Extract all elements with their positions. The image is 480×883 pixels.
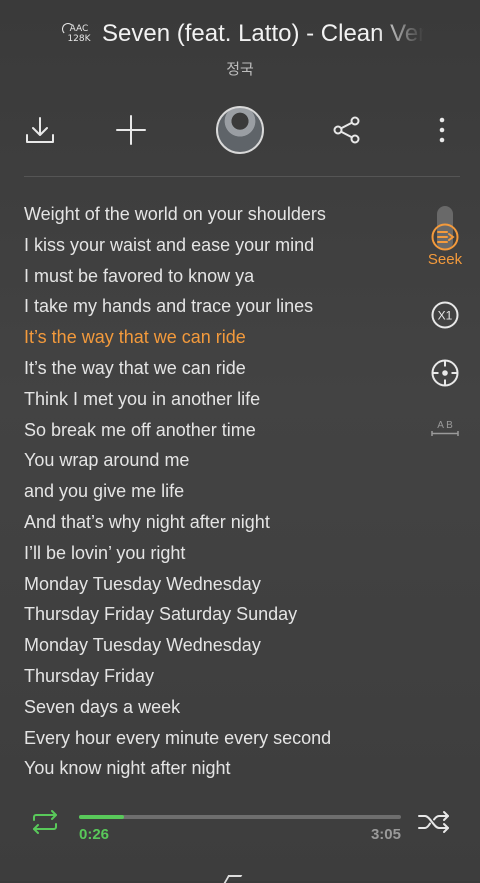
lyric-line[interactable]: I’ll be lovin’ you right [24, 538, 404, 569]
share-icon [333, 116, 360, 144]
total-time: 3:05 [370, 826, 401, 843]
playback-speed-button[interactable]: X1 [428, 300, 462, 335]
lyrics-panel[interactable]: Weight of the world on your shoulders I k… [24, 199, 404, 784]
lyric-line[interactable]: I must be favored to know ya [24, 261, 404, 292]
audio-quality-badge: AAC 128K [62, 23, 94, 48]
lyric-line[interactable]: It’s the way that we can ride [24, 353, 404, 384]
more-button[interactable] [422, 110, 462, 150]
download-button[interactable] [20, 110, 60, 150]
lyric-line[interactable]: and you give me life [24, 476, 404, 507]
add-icon [116, 115, 146, 145]
header-divider [24, 176, 460, 177]
lyric-line[interactable]: I take my hands and trace your lines [24, 291, 404, 322]
lyric-line[interactable]: And that’s why night after night [24, 507, 404, 538]
shuffle-button[interactable] [417, 810, 451, 839]
lyric-line[interactable]: Weight of the world on your shoulders [24, 199, 404, 230]
lyric-line[interactable]: Every hour every minute every second [24, 723, 404, 754]
lyric-line[interactable]: Seven days a week [24, 692, 404, 723]
player-controls [0, 800, 480, 860]
ab-repeat-icon: A B [431, 420, 459, 436]
artist-name[interactable]: 정국 [0, 58, 480, 79]
lyric-line[interactable]: Monday Tuesday Wednesday [24, 630, 404, 661]
more-icon [439, 117, 445, 143]
repeat-icon [33, 810, 57, 834]
speed-label: X1 [438, 309, 453, 323]
collapse-handle[interactable] [223, 875, 243, 883]
progress-bar[interactable] [79, 815, 401, 819]
artist-avatar[interactable] [216, 106, 264, 154]
speed-icon: X1 [431, 301, 459, 329]
lyric-line[interactable]: Thursday Friday [24, 661, 404, 692]
lyric-line[interactable]: So break me off another time [24, 415, 404, 446]
now-playing-header: AAC 128K Seven (feat. Latto) - Clean Ver… [0, 0, 480, 90]
lyric-line[interactable]: You wrap around me [24, 445, 404, 476]
share-button[interactable] [327, 110, 367, 150]
lyric-line[interactable]: Think I met you in another life [24, 384, 404, 415]
seek-label: Seek [427, 251, 463, 268]
repeat-button[interactable] [29, 810, 61, 839]
lyric-line[interactable]: I kiss your waist and ease your mind [24, 230, 404, 261]
lyric-line[interactable]: You know night after night [24, 753, 404, 784]
quality-bitrate: 128K [67, 34, 91, 44]
crosshair-icon [431, 359, 459, 387]
download-icon [26, 117, 54, 143]
add-to-playlist-button[interactable] [111, 110, 151, 150]
sync-position-button[interactable] [428, 358, 462, 393]
quality-arc-icon [62, 23, 74, 35]
shuffle-icon [418, 811, 449, 833]
seek-icon [431, 223, 459, 251]
song-title: Seven (feat. Latto) - Clean Version [102, 20, 424, 47]
ab-label: A B [437, 420, 453, 431]
action-toolbar [0, 105, 480, 157]
current-time: 0:26 [79, 826, 110, 843]
lyric-line[interactable]: Thursday Friday Saturday Sunday [24, 599, 404, 630]
lyric-line[interactable]: Monday Tuesday Wednesday [24, 569, 404, 600]
progress-fill [79, 815, 125, 819]
ab-repeat-button[interactable]: A B [428, 418, 462, 445]
lyric-line-active[interactable]: It’s the way that we can ride [24, 322, 404, 353]
